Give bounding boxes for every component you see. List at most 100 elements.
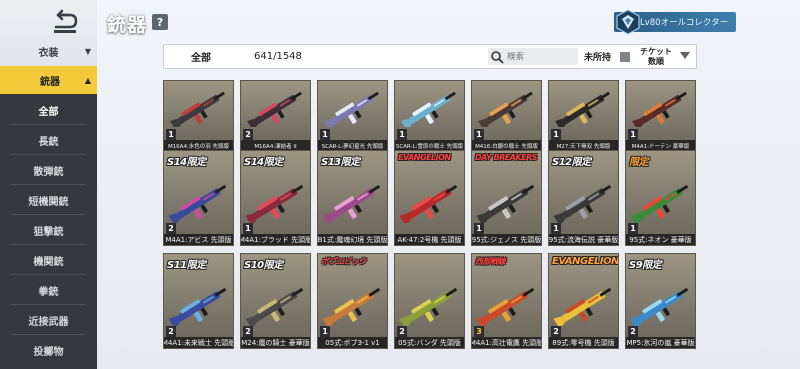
collector-badge-icon xyxy=(616,9,640,35)
weapon-card[interactable]: ボブエピック 1 05式:ボブ3-1 v1 xyxy=(317,253,388,349)
collector-level-button[interactable]: Lv80オールコレクター xyxy=(614,9,736,35)
sidebar-item-label: 近接武器 xyxy=(28,316,69,328)
page-title: 銃器 xyxy=(107,14,148,36)
weapon-name: M4A1:ブラッド 先頭版 xyxy=(241,234,310,245)
filter-all-dropdown[interactable]: 全部 xyxy=(164,45,238,68)
limited-badge: 限定 xyxy=(629,157,649,168)
rarity-level: 1 xyxy=(551,223,561,234)
filter-bar: 全部 641/1548 未所持 チケット 数順 xyxy=(163,44,697,69)
sidebar-item-label: 短機関銃 xyxy=(28,196,69,208)
weapon-image xyxy=(399,287,458,326)
search-box[interactable] xyxy=(488,48,578,65)
weapon-card[interactable]: S10限定 2 M24:魔の騎士 豪華版 xyxy=(240,253,311,349)
weapon-card[interactable]: 1 SCAR-L:夢幻星光 先頭版 xyxy=(317,80,388,152)
limited-badge: S14限定 xyxy=(244,157,283,168)
back-button[interactable] xyxy=(44,8,84,38)
search-input[interactable] xyxy=(507,51,577,62)
sidebar-item-shotgun[interactable]: 散弾銃 xyxy=(0,156,97,184)
limited-badge: S11限定 xyxy=(167,260,206,271)
weapon-image xyxy=(553,287,612,326)
sidebar-item-sniper[interactable]: 狙撃銃 xyxy=(0,216,97,244)
weapon-card[interactable]: 西部戦線 3 M4A1:高壮電鷹 先頭版 xyxy=(471,253,542,349)
limited-badge: S9限定 xyxy=(629,260,662,271)
weapon-name: M4A1:アビス 先頭版 xyxy=(164,234,233,245)
weapon-image xyxy=(399,184,458,223)
sidebar-item-label: 銃器 xyxy=(40,76,60,88)
sidebar-item-rifle[interactable]: 長銃 xyxy=(0,126,97,154)
sidebar-item-smg[interactable]: 短機関銃 xyxy=(0,186,97,214)
sidebar-item-label: 衣装 xyxy=(38,47,59,59)
sort-dropdown[interactable]: チケット 数順 xyxy=(634,47,678,67)
unowned-label: 未所持 xyxy=(584,53,612,63)
sidebar-item-costume[interactable]: 衣装 ▼ xyxy=(0,37,97,65)
weapon-card[interactable]: S14限定 1 M4A1:ブラッド 先頭版 xyxy=(240,150,311,246)
weapon-image xyxy=(555,91,610,127)
weapon-card[interactable]: 1 SCAR-L:雪原の戦士 先頭版 xyxy=(394,80,465,152)
sidebar-item-pistol[interactable]: 拳銃 xyxy=(0,276,97,304)
sidebar-item-label: 機関銃 xyxy=(33,256,64,268)
weapon-card[interactable]: S11限定 2 M4A1:未来戦士 先頭版 xyxy=(163,253,234,349)
rarity-level: 1 xyxy=(474,129,484,140)
weapon-card[interactable]: 2 M16A4:凍結者 II xyxy=(240,80,311,152)
weapon-image xyxy=(247,91,302,127)
chevron-up-icon: ▲ xyxy=(84,75,91,85)
weapon-card[interactable]: S9限定 2 MP5:氷河の嵐 豪華版 xyxy=(625,253,696,349)
weapon-card[interactable]: S14限定 2 M4A1:アビス 先頭版 xyxy=(163,150,234,246)
weapon-card[interactable]: 限定 1 95式:ネオン 豪華版 xyxy=(625,150,696,246)
search-icon xyxy=(491,50,504,63)
divider xyxy=(10,304,86,305)
divider xyxy=(10,124,86,125)
weapon-image xyxy=(245,287,304,326)
limited-badge: DAY BREAKERS xyxy=(475,153,538,162)
weapon-card[interactable]: 1 M4A1:ドーテン 豪華版 xyxy=(625,80,696,152)
back-arrow-icon xyxy=(54,9,78,33)
weapon-card[interactable]: 1 M27:天下無双 先頭版 xyxy=(548,80,619,152)
weapon-name: 95式:ネオン 豪華版 xyxy=(626,234,695,245)
limited-badge: S10限定 xyxy=(244,260,283,271)
unowned-checkbox[interactable] xyxy=(620,52,630,62)
weapon-image xyxy=(322,184,381,223)
weapon-name: M4A1:未来戦士 先頭版 xyxy=(164,337,233,348)
sort-label-line1: チケット xyxy=(640,47,672,56)
rarity-level: 2 xyxy=(243,326,253,337)
weapon-card[interactable]: EVANGELION AK-47:2号機 先頭版 xyxy=(394,150,465,246)
weapon-card[interactable]: EVANGELION 2 89式:零号機 先頭版 xyxy=(548,253,619,349)
sidebar-item-label: 長銃 xyxy=(38,136,59,148)
weapon-name: 05式:バンダ 先頭版 xyxy=(395,337,464,348)
sidebar-item-label: 投擲物 xyxy=(33,346,64,358)
rarity-level: 1 xyxy=(397,129,407,140)
divider xyxy=(10,154,86,155)
sidebar-item-all[interactable]: 全部 xyxy=(0,96,97,124)
weapon-image xyxy=(630,184,689,223)
limited-badge: S13限定 xyxy=(321,157,360,168)
sidebar-item-firearms[interactable]: 銃器 ▲ xyxy=(0,66,97,94)
weapon-card[interactable]: 1 M416:白銀の戦士 先頭版 xyxy=(471,80,542,152)
weapon-card[interactable]: 2 05式:バンダ 先頭版 xyxy=(394,253,465,349)
weapon-image xyxy=(322,287,381,326)
sidebar-item-label: 拳銃 xyxy=(38,286,59,298)
sidebar-item-melee[interactable]: 近接武器 xyxy=(0,306,97,334)
sidebar-item-machinegun[interactable]: 機関銃 xyxy=(0,246,97,274)
sidebar-item-throwable[interactable]: 投擲物 xyxy=(0,336,97,364)
rarity-level: 2 xyxy=(166,326,176,337)
weapon-name: M24:魔の騎士 豪華版 xyxy=(241,337,310,348)
question-icon[interactable]: ? xyxy=(152,14,168,30)
limited-badge: S12限定 xyxy=(552,157,591,168)
weapon-card[interactable]: 1 M16A4:水色の羽 先頭版 xyxy=(163,80,234,152)
weapon-card[interactable]: S12限定 1 95式:流海伝説 豪華版 xyxy=(548,150,619,246)
rarity-level: 1 xyxy=(628,223,638,234)
weapon-image xyxy=(630,287,689,326)
sidebar-item-label: 狙撃銃 xyxy=(33,226,64,238)
divider xyxy=(10,214,86,215)
weapon-image xyxy=(632,91,687,127)
owned-count: 641/1548 xyxy=(254,51,302,62)
chevron-down-icon[interactable] xyxy=(680,52,690,59)
sidebar-item-label: 全部 xyxy=(38,106,59,118)
rarity-level: 2 xyxy=(628,326,638,337)
weapon-image xyxy=(170,91,225,127)
weapon-card[interactable]: DAY BREAKERS 1 95式:ジェノス 先頭版 xyxy=(471,150,542,246)
weapon-card[interactable]: S13限定 B1式:魔魂幻境 先頭版 xyxy=(317,150,388,246)
limited-badge: EVANGELION xyxy=(398,153,451,162)
rarity-level: 1 xyxy=(628,129,638,140)
limited-badge: ボブエピック xyxy=(321,257,367,266)
